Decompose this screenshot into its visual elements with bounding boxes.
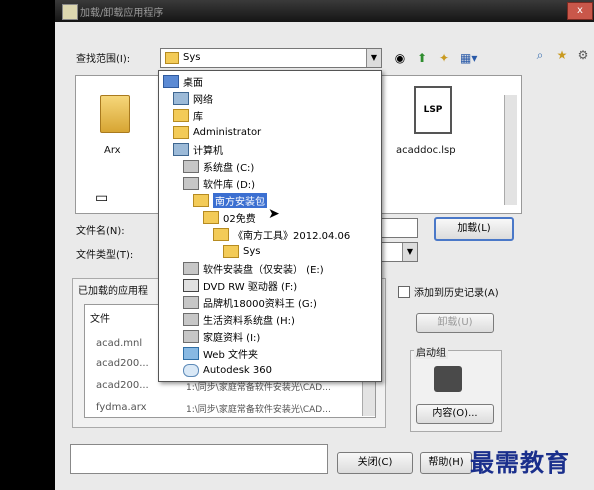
back-icon[interactable]: ◉ [392, 50, 408, 66]
dropdown-item-autodesk-360[interactable]: Autodesk 360 [183, 362, 272, 378]
tools-icon[interactable]: ⚙ [575, 47, 591, 63]
dvd-icon [183, 278, 199, 292]
unload-button[interactable]: 卸载(U) [416, 313, 494, 333]
lookin-value: Sys [183, 52, 201, 63]
dropdown-item-drive-e[interactable]: 软件安装盘（仅安装） (E:) [183, 260, 324, 276]
chevron-down-icon[interactable]: ▼ [402, 243, 417, 261]
dropdown-item-nanfang-install[interactable]: 南方安装包 [193, 192, 267, 208]
dropdown-item-library[interactable]: 库 [173, 107, 203, 123]
dropdown-item-drive-g[interactable]: 品牌机18000资料王 (G:) [183, 294, 317, 310]
window-title: 加载/卸载应用程序 [80, 8, 164, 19]
drive-icon [183, 176, 199, 190]
file-name-arx[interactable]: Arx [104, 145, 121, 156]
views-icon[interactable]: ▦▾ [460, 50, 477, 66]
filetype-label: 文件类型(T): [76, 250, 134, 261]
lookin-label: 查找范围(I): [76, 54, 131, 65]
drive-icon [183, 159, 199, 173]
user-folder-icon [173, 125, 189, 139]
lsp-file-icon[interactable]: LSP [414, 86, 452, 134]
dropdown-item-dvd-f[interactable]: DVD RW 驱动器 (F:) [183, 277, 297, 293]
history-checkbox[interactable] [398, 286, 410, 298]
partial-file-icon: ▭ [95, 190, 109, 206]
briefcase-icon [434, 366, 462, 392]
file-name-acaddoc[interactable]: acaddoc.lsp [396, 145, 456, 156]
network-icon [173, 91, 189, 105]
history-checkbox-label: 添加到历史记录(A) [414, 288, 499, 299]
web-folder-icon [183, 346, 199, 360]
filename-input[interactable] [380, 218, 418, 238]
table-row[interactable]: fydma.arx [96, 402, 147, 413]
table-row[interactable]: acad.mnl [96, 338, 142, 349]
mouse-cursor-icon: ➤ [268, 206, 280, 222]
load-button[interactable]: 加载(L) [434, 217, 514, 241]
dropdown-item-computer[interactable]: 计算机 [173, 141, 223, 157]
dropdown-item-nanfang-tools[interactable]: 《南方工具》2012.04.06 [213, 226, 350, 242]
dropdown-item-network[interactable]: 网络 [173, 90, 213, 106]
drive-icon [183, 329, 199, 343]
table-row-path[interactable]: 1:\同步\家庭常备软件安装光\CAD... [186, 402, 331, 415]
status-field [70, 444, 328, 474]
search-icon[interactable]: ⌕ [532, 47, 548, 63]
new-folder-icon[interactable]: ✦ [436, 50, 452, 66]
table-row[interactable]: acad200... [96, 358, 149, 369]
dropdown-item-administrator[interactable]: Administrator [173, 124, 261, 140]
help-button[interactable]: 帮助(H) [420, 452, 472, 474]
computer-icon [173, 142, 189, 156]
library-icon [173, 108, 189, 122]
dropdown-item-drive-h[interactable]: 生活资料系统盘 (H:) [183, 311, 295, 327]
folder-icon [213, 227, 229, 241]
table-row[interactable]: acad200... [96, 380, 149, 391]
lookin-combo[interactable]: Sys ▼ [160, 48, 382, 68]
dropdown-item-desktop[interactable]: 桌面 [163, 73, 203, 89]
lookin-dropdown-list[interactable]: 桌面 网络 库 Administrator 计算机 系统盘 (C:) 软件库 (… [158, 70, 382, 382]
drive-icon [183, 312, 199, 326]
dropdown-item-drive-d[interactable]: 软件库 (D:) [183, 175, 255, 191]
file-list-scrollbar[interactable] [504, 95, 517, 205]
folder-icon [165, 52, 179, 64]
dropdown-item-drive-i[interactable]: 家庭资料 (I:) [183, 328, 260, 344]
dropdown-item-02free[interactable]: 02免费 [203, 209, 256, 225]
close-window-button[interactable]: x [567, 2, 593, 20]
dropdown-item-drive-c[interactable]: 系统盘 (C:) [183, 158, 254, 174]
contents-button[interactable]: 内容(O)... [416, 404, 494, 424]
close-button[interactable]: 关闭(C) [337, 452, 413, 474]
folder-icon [193, 193, 209, 207]
desktop-icon [163, 74, 179, 88]
favorites-icon[interactable]: ★ [554, 47, 570, 63]
folder-icon [203, 210, 219, 224]
watermark-text: 最需教育 [470, 448, 570, 477]
filename-label: 文件名(N): [76, 226, 125, 237]
dropdown-item-sys[interactable]: Sys [223, 243, 260, 259]
drive-icon [183, 295, 199, 309]
app-icon [62, 4, 78, 20]
folder-icon [223, 244, 239, 258]
dropdown-item-web-folder[interactable]: Web 文件夹 [183, 345, 258, 361]
column-header-file[interactable]: 文件 [90, 310, 110, 325]
loaded-apps-label: 已加载的应用程 [78, 286, 148, 297]
filetype-select[interactable]: ▼ [380, 242, 418, 262]
chevron-down-icon[interactable]: ▼ [366, 49, 381, 67]
startup-group-label: 启动组 [414, 344, 448, 359]
cloud-icon [183, 363, 199, 377]
up-folder-icon[interactable]: ⬆ [414, 50, 430, 66]
folder-icon[interactable] [100, 95, 130, 133]
drive-icon [183, 261, 199, 275]
